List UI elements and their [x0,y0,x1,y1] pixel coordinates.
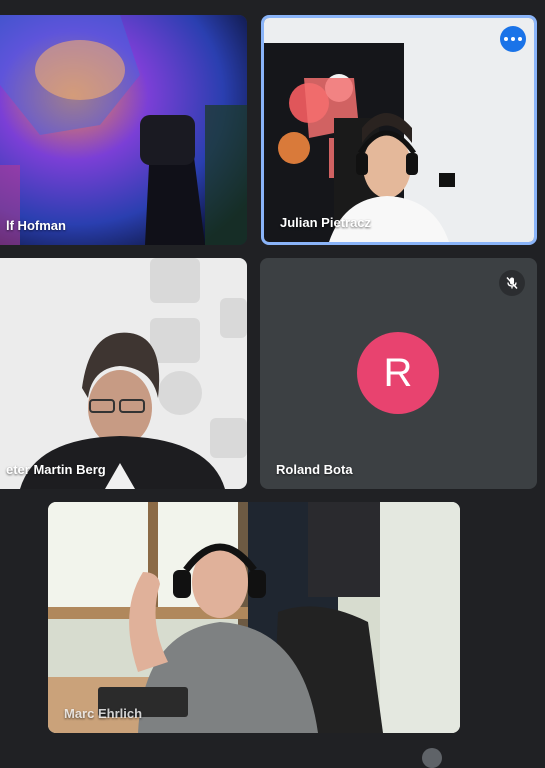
participant-tile-roland-bota[interactable]: R Roland Bota [260,258,537,489]
more-options-button[interactable] [500,26,526,52]
participant-name: Roland Bota [276,462,353,477]
participant-name: Julian Pietracz [280,215,372,230]
microphone-muted-icon [499,270,525,296]
participant-name: Marc Ehrlich [64,706,143,721]
participant-tile-peter-martin-berg[interactable]: eter Martin Berg [0,258,247,489]
participant-tile-rolf-hofman[interactable]: lf Hofman [0,15,247,245]
avatar: R [357,332,439,414]
participant-name: eter Martin Berg [6,462,106,477]
video-feed [0,258,247,489]
video-feed [48,502,460,733]
participant-tile-marc-ehrlich[interactable]: Marc Ehrlich [48,502,460,733]
participant-name: lf Hofman [6,218,66,233]
participant-tile-julian-pietracz[interactable]: Julian Pietracz [261,15,537,245]
video-feed [264,18,534,242]
scroll-indicator-icon[interactable] [422,748,442,768]
video-feed [0,15,247,245]
